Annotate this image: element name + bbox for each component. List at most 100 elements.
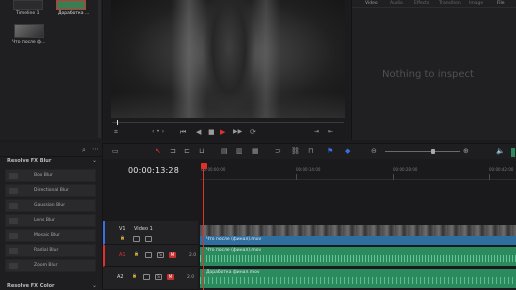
inspector-tab-image[interactable]: Image xyxy=(469,1,483,6)
fx-item-radial-blur[interactable]: Radial Blur xyxy=(5,244,96,257)
media-pool: Timeline 1 Доработка ... Что после ф... xyxy=(0,0,103,140)
track-name-a1: A1 xyxy=(119,252,126,258)
fx-thumb-icon xyxy=(9,248,18,254)
stop-button[interactable]: ■ xyxy=(208,128,215,136)
clip-name-a2: Доработка финал.mov xyxy=(206,270,260,275)
marker-icon[interactable]: ◆ xyxy=(345,147,350,155)
timeline-toolbar: ▭ ↖ ⊐ ⊏ ⊔ ▤ ▥ ▦ ⊃ ⛓ ⊓ ⚑ ◆ ⊖ ⊕ 🔈 xyxy=(103,143,516,159)
speaker-icon[interactable]: 🔈 xyxy=(496,147,505,155)
zoom-slider[interactable] xyxy=(385,151,460,152)
fx-thumb-icon xyxy=(9,188,18,194)
trim-tool-icon[interactable]: ⊐ xyxy=(170,147,176,155)
timecode-display: 00:00:13:28 xyxy=(128,166,180,175)
insert-clip-icon[interactable]: ▤ xyxy=(221,147,228,155)
collapse-color-icon[interactable]: ⌄ xyxy=(92,282,97,290)
fx-label: Box Blur xyxy=(34,173,53,178)
clip-audio-icon[interactable]: ⇤ xyxy=(328,128,333,136)
solo-button[interactable]: S xyxy=(155,274,162,280)
audio-meter xyxy=(511,148,515,157)
inspector: Video Audio Effects Transition Image Fil… xyxy=(351,0,516,140)
scrubber-playhead[interactable] xyxy=(117,120,118,125)
match-frame-icon[interactable]: ⇥ xyxy=(314,128,319,136)
link-icon[interactable]: ⛓ xyxy=(291,147,300,155)
fx-item-zoom-blur[interactable]: Zoom Blur xyxy=(5,259,96,272)
position-lock-icon[interactable]: ⊓ xyxy=(308,147,313,155)
fx-item-box-blur[interactable]: Box Blur xyxy=(5,169,96,182)
loop-button[interactable]: ⟳ xyxy=(250,128,256,136)
track-header-a1[interactable]: A1 🔒 S M 2.0 xyxy=(103,245,198,267)
ruler-tick xyxy=(489,174,490,180)
auto-select-icon[interactable] xyxy=(133,236,140,242)
video-frame[interactable] xyxy=(111,0,345,118)
scrubber-track[interactable] xyxy=(112,122,344,123)
mute-button[interactable]: M xyxy=(167,274,174,280)
ruler-tick-label: 00:00:42:00 xyxy=(489,167,514,172)
replace-clip-icon[interactable]: ▦ xyxy=(252,147,259,155)
lock-track-icon[interactable]: 🔒 xyxy=(131,274,138,280)
inspector-tab-audio[interactable]: Audio xyxy=(390,1,403,6)
overwrite-clip-icon[interactable]: ▥ xyxy=(236,147,243,155)
playhead-line[interactable] xyxy=(203,167,204,290)
zoom-out-icon[interactable]: ⊖ xyxy=(371,147,377,155)
track-header-a2[interactable]: A2 🔒 S M 2.0 xyxy=(103,267,198,290)
collapse-blur-icon[interactable]: ⌄ xyxy=(92,157,97,165)
lock-track-icon[interactable]: 🔒 xyxy=(119,236,126,242)
media-thumb-timeline[interactable] xyxy=(13,0,43,10)
reverse-button[interactable]: ◀ xyxy=(196,128,201,136)
fx-thumb-icon xyxy=(9,218,18,224)
search-icon[interactable]: ⌕ xyxy=(82,146,86,154)
inspector-tab-video[interactable]: Video xyxy=(365,1,378,6)
lock-track-icon[interactable]: 🔒 xyxy=(133,252,140,258)
viewer: ⌗ ‹ • › ⏮ ◀ ■ ▶ ▶▶ ⟳ ⇥ ⇤ xyxy=(104,0,349,140)
media-thumb-chto-posle[interactable] xyxy=(14,24,44,38)
zoom-in-icon[interactable]: ⊕ xyxy=(463,147,469,155)
fx-label: Zoom Blur xyxy=(34,263,58,268)
track-visibility-icon[interactable] xyxy=(145,236,152,242)
dynamic-trim-icon[interactable]: ⊏ xyxy=(184,147,190,155)
first-frame-button[interactable]: ⏮ xyxy=(180,128,186,136)
fx-label: Directional Blur xyxy=(34,188,69,193)
audio-clip-a2[interactable]: Доработка финал.mov xyxy=(200,269,516,288)
fx-thumb-icon xyxy=(9,173,18,179)
media-pool-scrollbar[interactable] xyxy=(98,0,101,138)
media-label-dorabotka: Доработка ... xyxy=(58,11,90,16)
track-name-a2: A2 xyxy=(117,274,124,280)
playhead-marker[interactable] xyxy=(201,163,207,169)
viewer-options-icon[interactable]: ⌗ xyxy=(114,128,118,136)
snapping-icon[interactable]: ⊃ xyxy=(275,147,281,155)
fx-item-directional-blur[interactable]: Directional Blur xyxy=(5,184,96,197)
video-clip-v1[interactable] xyxy=(200,225,516,236)
solo-button[interactable]: S xyxy=(157,252,164,258)
inspector-tab-transition[interactable]: Transition xyxy=(439,1,461,6)
timeline-ruler[interactable] xyxy=(200,164,516,180)
last-frame-button[interactable]: ▶▶ xyxy=(233,128,242,136)
flag-icon[interactable]: ⚑ xyxy=(327,147,333,155)
clip-name-a1: Что после (финал).mov xyxy=(206,248,262,253)
inspector-tab-file[interactable]: File xyxy=(497,1,505,6)
jog-icon[interactable]: ‹ • › xyxy=(152,128,164,136)
video-clip-v1-bar[interactable]: Что после (финал).mov xyxy=(200,236,516,245)
fx-item-lens-blur[interactable]: Lens Blur xyxy=(5,214,96,227)
track-headers: V1 Video 1 🔒 A1 🔒 S M 2.0 A2 🔒 S M 2.0 xyxy=(103,221,198,290)
fx-label: Radial Blur xyxy=(34,248,59,253)
track-header-v1[interactable]: V1 Video 1 🔒 xyxy=(103,221,198,245)
zoom-slider-handle[interactable] xyxy=(431,149,435,154)
fx-label: Gaussian Blur xyxy=(34,203,66,208)
media-thumb-dorabotka[interactable] xyxy=(56,0,86,10)
fx-item-gaussian-blur[interactable]: Gaussian Blur xyxy=(5,199,96,212)
audio-waveform-a2 xyxy=(200,277,516,284)
blade-tool-icon[interactable]: ⊔ xyxy=(199,147,204,155)
inspector-tab-effects[interactable]: Effects xyxy=(414,1,429,6)
fx-item-mosaic-blur[interactable]: Mosaic Blur xyxy=(5,229,96,242)
section-title-blur: Resolve FX Blur xyxy=(7,158,52,164)
timeline-view-icon[interactable]: ▭ xyxy=(112,147,119,155)
fx-thumb-icon xyxy=(9,233,18,239)
more-options-icon[interactable]: ⋯ xyxy=(92,145,99,153)
mute-button[interactable]: M xyxy=(169,252,176,258)
play-button[interactable]: ▶ xyxy=(220,128,225,136)
selection-tool-icon[interactable]: ↖ xyxy=(155,147,161,155)
audio-clip-a1[interactable]: Что после (финал).mov xyxy=(200,247,516,266)
auto-select-icon[interactable] xyxy=(143,274,150,280)
auto-select-icon[interactable] xyxy=(145,252,152,258)
effects-search-bar xyxy=(0,143,103,157)
